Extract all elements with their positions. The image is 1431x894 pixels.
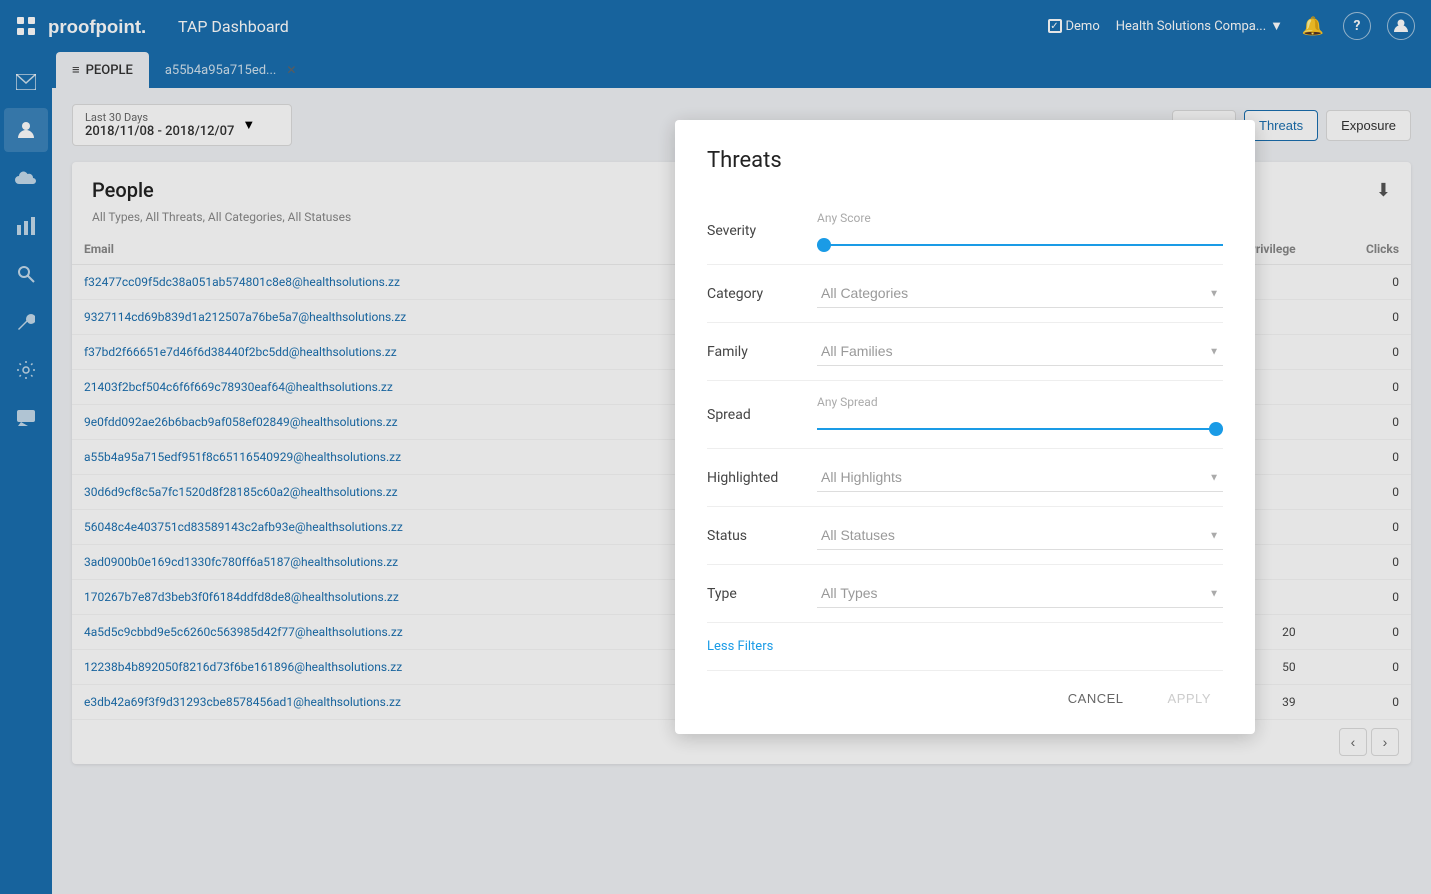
severity-hint: Any Score bbox=[817, 211, 871, 225]
category-control: All CategoriesMalwarePhishingSpam bbox=[817, 279, 1223, 308]
category-label: Category bbox=[707, 286, 817, 302]
highlighted-label: Highlighted bbox=[707, 470, 817, 486]
spread-label: Spread bbox=[707, 407, 817, 423]
family-control: All Families bbox=[817, 337, 1223, 366]
type-filter-row: Type All Types bbox=[707, 565, 1223, 623]
severity-filter-row: Severity Any Score bbox=[707, 197, 1223, 265]
family-label: Family bbox=[707, 344, 817, 360]
spread-slider[interactable] bbox=[817, 428, 1223, 430]
highlighted-filter-row: Highlighted All Highlights bbox=[707, 449, 1223, 507]
threats-panel-title: Threats bbox=[707, 148, 1223, 173]
category-filter-row: Category All CategoriesMalwarePhishingSp… bbox=[707, 265, 1223, 323]
type-label: Type bbox=[707, 586, 817, 602]
panel-footer: CANCEL APPLY bbox=[707, 670, 1223, 714]
spread-hint: Any Spread bbox=[817, 395, 878, 409]
status-filter-row: Status All Statuses bbox=[707, 507, 1223, 565]
cancel-button[interactable]: CANCEL bbox=[1056, 683, 1136, 714]
category-select[interactable]: All CategoriesMalwarePhishingSpam bbox=[817, 279, 1223, 308]
status-control: All Statuses bbox=[817, 521, 1223, 550]
status-label: Status bbox=[707, 528, 817, 544]
spread-filter-row: Spread Any Spread bbox=[707, 381, 1223, 449]
apply-button[interactable]: APPLY bbox=[1156, 683, 1223, 714]
type-select[interactable]: All Types bbox=[817, 579, 1223, 608]
spread-control: Any Spread bbox=[817, 395, 1223, 434]
status-select[interactable]: All Statuses bbox=[817, 521, 1223, 550]
family-select[interactable]: All Families bbox=[817, 337, 1223, 366]
family-filter-row: Family All Families bbox=[707, 323, 1223, 381]
highlighted-select[interactable]: All Highlights bbox=[817, 463, 1223, 492]
highlighted-control: All Highlights bbox=[817, 463, 1223, 492]
type-control: All Types bbox=[817, 579, 1223, 608]
threats-panel: Threats Severity Any Score Category All … bbox=[675, 120, 1255, 734]
severity-slider[interactable] bbox=[817, 244, 1223, 246]
severity-control: Any Score bbox=[817, 211, 1223, 250]
less-filters-link[interactable]: Less Filters bbox=[707, 623, 773, 662]
severity-label: Severity bbox=[707, 223, 817, 239]
